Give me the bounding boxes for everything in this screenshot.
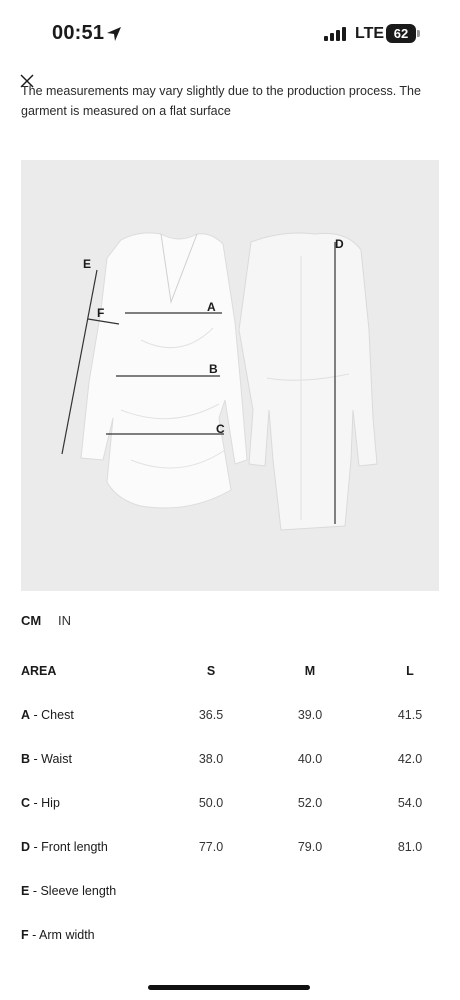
area-cell: C - Hip (21, 792, 60, 814)
table-row: A - Chest 36.5 39.0 41.5 (21, 704, 441, 748)
area-name: - Sleeve length (29, 884, 117, 898)
value-m: 79.0 (297, 840, 323, 854)
area-name: - Arm width (28, 928, 95, 942)
label-d: D (335, 237, 344, 251)
table-row: B - Waist 38.0 40.0 42.0 (21, 748, 441, 792)
battery-indicator: 62 (386, 24, 420, 43)
label-e: E (83, 257, 92, 271)
header-size-s: S (206, 664, 216, 678)
size-guide-screen: 00:51 LTE 62 The measurements may vary s… (0, 0, 460, 1000)
value-l: 42.0 (397, 752, 423, 766)
table-row: E - Sleeve length (21, 880, 441, 924)
area-code: B (21, 752, 31, 766)
area-cell: B - Waist (21, 748, 72, 770)
size-table: AREA S M L A - Chest 36.5 39.0 41.5 B - … (21, 660, 441, 968)
battery-tip (417, 30, 420, 37)
garment-measurement-image: A B C D E F (21, 160, 439, 591)
value-l: 54.0 (397, 796, 423, 810)
area-name: - Front length (30, 840, 108, 854)
value-s: 38.0 (198, 752, 224, 766)
dress-illustration (61, 232, 378, 531)
area-code: D (21, 840, 31, 854)
label-a: A (207, 300, 216, 314)
unit-toggle-cm[interactable]: CM (21, 613, 41, 628)
area-code: F (21, 928, 29, 942)
area-cell: D - Front length (21, 836, 108, 858)
table-row: C - Hip 50.0 52.0 54.0 (21, 792, 441, 836)
area-cell: F - Arm width (21, 924, 95, 946)
label-b: B (209, 362, 218, 376)
value-m: 52.0 (297, 796, 323, 810)
value-l: 41.5 (397, 708, 423, 722)
value-s: 77.0 (198, 840, 224, 854)
value-l: 81.0 (397, 840, 423, 854)
label-c: C (216, 422, 225, 436)
area-cell: E - Sleeve length (21, 880, 116, 902)
unit-toggle-in[interactable]: IN (58, 613, 71, 628)
location-arrow-icon (107, 27, 121, 41)
value-m: 39.0 (297, 708, 323, 722)
header-size-m: M (304, 664, 316, 678)
label-f: F (97, 306, 105, 320)
table-row: D - Front length 77.0 79.0 81.0 (21, 836, 441, 880)
battery-level: 62 (386, 24, 416, 43)
table-header: AREA S M L (21, 660, 441, 704)
cellular-signal-icon (324, 27, 346, 41)
header-area: AREA (21, 664, 57, 678)
status-time: 00:51 (52, 22, 105, 44)
status-bar: 00:51 LTE 62 (0, 0, 460, 62)
area-code: C (21, 796, 31, 810)
table-row: F - Arm width (21, 924, 441, 968)
measurement-note: The measurements may vary slightly due t… (21, 84, 421, 118)
header-size-l: L (406, 664, 414, 678)
value-s: 36.5 (198, 708, 224, 722)
area-name: - Chest (30, 708, 74, 722)
area-name: - Hip (30, 796, 60, 810)
area-code: A (21, 708, 31, 722)
area-cell: A - Chest (21, 704, 74, 726)
home-indicator[interactable] (148, 985, 310, 990)
area-name: - Waist (30, 752, 72, 766)
value-m: 40.0 (297, 752, 323, 766)
network-type: LTE (355, 25, 385, 42)
value-s: 50.0 (198, 796, 224, 810)
